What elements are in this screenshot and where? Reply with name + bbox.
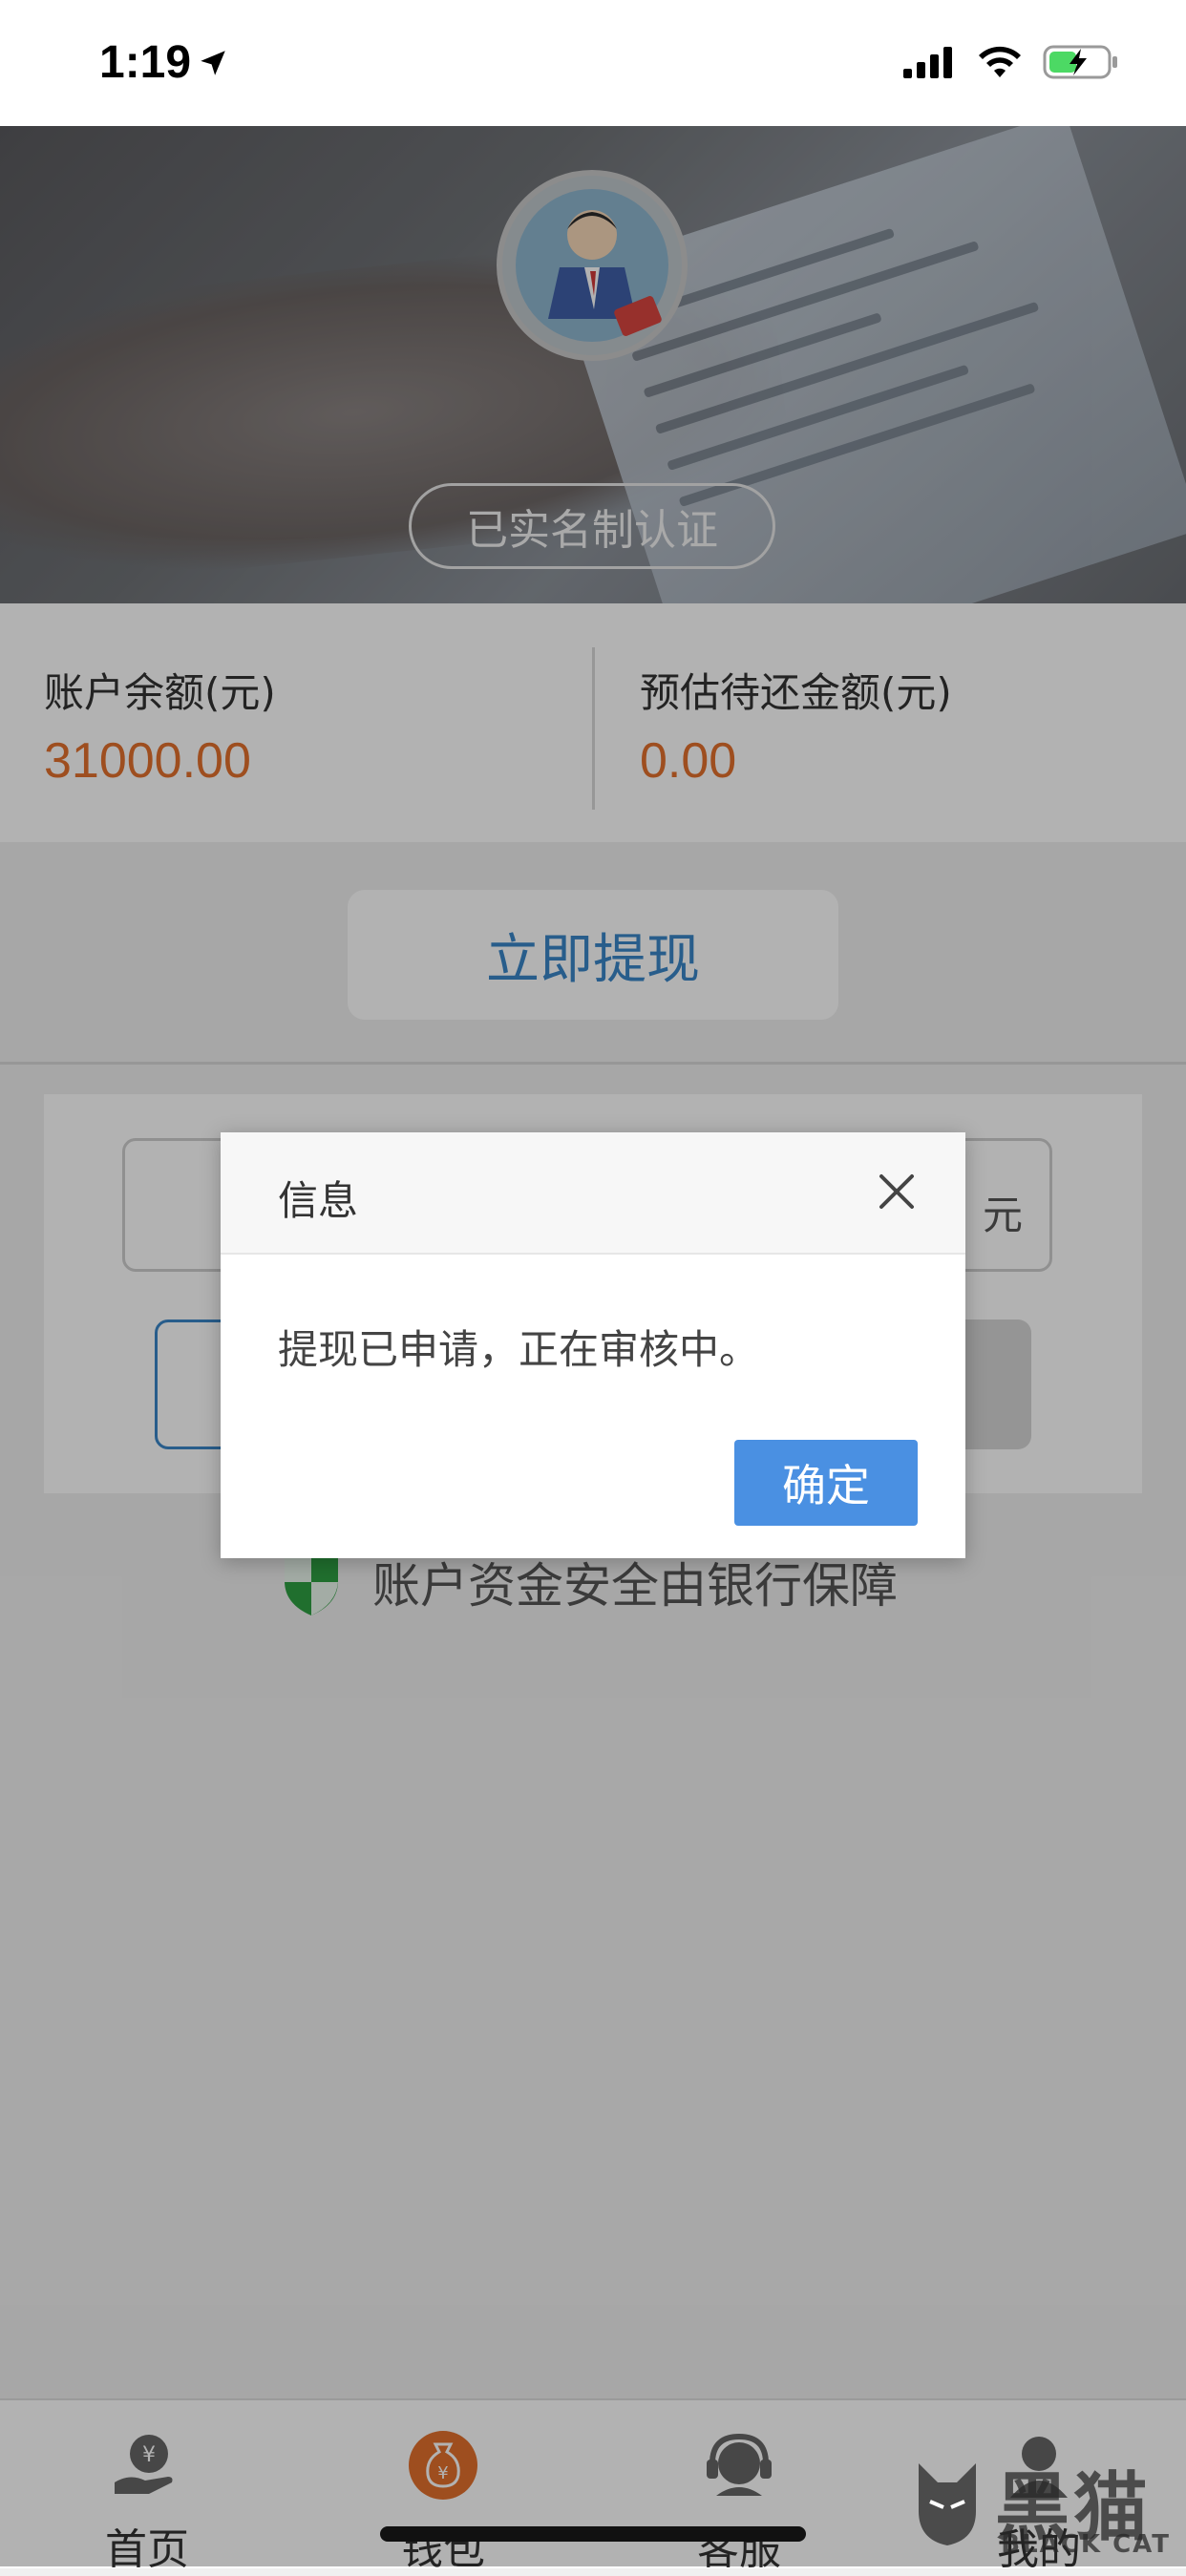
dialog-ok-button[interactable]: 确定 (734, 1440, 918, 1526)
dialog-message: 提现已申请，正在审核中。 (278, 1326, 760, 1373)
watermark-en-text: BLACK CAT (1001, 2530, 1171, 2559)
dialog-ok-label: 确定 (782, 1460, 870, 1511)
battery-charging-icon (1043, 45, 1117, 79)
status-time-text: 1:19 (99, 37, 192, 88)
status-bar: 1:19 (0, 0, 1186, 126)
dialog-header: 信息 (221, 1132, 965, 1255)
black-cat-watermark: 黑猫 BLACK CAT (909, 2444, 1176, 2559)
status-icons (903, 44, 1119, 80)
status-time: 1:19 (99, 36, 229, 89)
close-icon[interactable] (876, 1171, 918, 1213)
wifi-icon (979, 46, 1021, 77)
home-indicator[interactable] (380, 2526, 806, 2542)
info-dialog: 信息 提现已申请，正在审核中。 确定 (221, 1132, 965, 1558)
black-cat-logo-icon (919, 2463, 976, 2545)
dialog-title: 信息 (278, 1177, 359, 1224)
location-arrow-icon (201, 50, 225, 75)
cellular-signal-icon (903, 47, 952, 78)
